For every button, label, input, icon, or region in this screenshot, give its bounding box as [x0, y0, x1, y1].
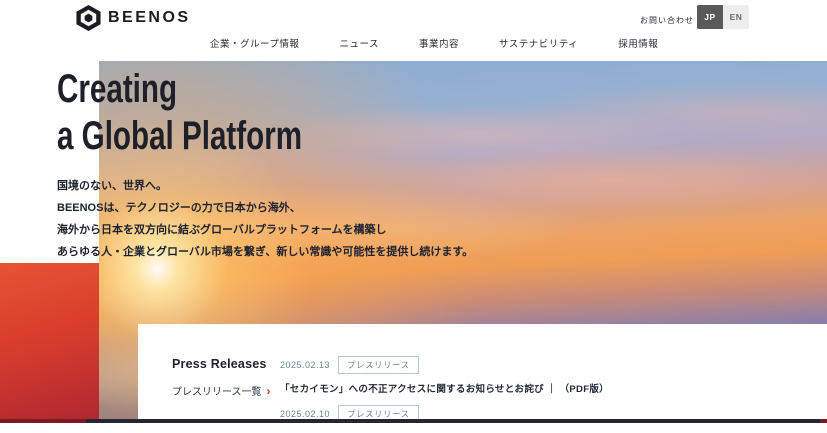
hero-body-line: 国境のない、世界へ。: [57, 180, 167, 192]
next-section-edge: [0, 419, 827, 423]
contact-link[interactable]: お問い合わせ: [640, 15, 694, 26]
nav-item-news[interactable]: ニュース: [339, 36, 379, 50]
site-header: BEENOS 企業・グループ情報 ニュース 事業内容 サステナビリティ 採用情報…: [0, 0, 827, 61]
press-releases-heading: Press Releases: [172, 357, 267, 371]
red-accent-block: [0, 263, 99, 419]
press-release-badge: プレスリリース: [338, 356, 419, 374]
lang-jp-button[interactable]: JP: [697, 5, 723, 29]
main-nav: 企業・グループ情報 ニュース 事業内容 サステナビリティ 採用情報: [210, 36, 658, 50]
beenos-hexagon-icon: [76, 4, 101, 32]
hero-body-line: 海外から日本を双方向に結ぶグローバルプラットフォームを構築し: [57, 224, 387, 236]
press-release-title[interactable]: 「セカイモン」への不正アクセスに関するお知らせとお詫び ｜ （PDF版）: [280, 381, 609, 395]
nav-item-sustainability[interactable]: サステナビリティ: [499, 36, 578, 50]
lang-en-button[interactable]: EN: [723, 5, 749, 29]
press-release-list-link-label: プレスリリース一覧: [172, 387, 262, 398]
nav-item-recruit[interactable]: 採用情報: [618, 36, 658, 50]
hero-title-line2: a Global Platform: [57, 114, 303, 158]
nav-item-corporate[interactable]: 企業・グループ情報: [210, 36, 299, 50]
hero-body-text: 国境のない、世界へ。 BEENOSは、テクノロジーの力で日本から海外、 海外から…: [57, 175, 473, 263]
press-release-date: 2025.02.13: [280, 360, 331, 370]
press-release-meta: 2025.02.13 プレスリリース: [280, 356, 609, 374]
press-release-date: 2025.02.10: [280, 409, 331, 419]
hero-body-line: あらゆる人・企業とグローバル市場を繋ぎ、新しい常識や可能性を提供し続けます。: [57, 246, 474, 258]
nav-item-business[interactable]: 事業内容: [419, 36, 459, 50]
hero-body-line: BEENOSは、テクノロジーの力で日本から海外、: [57, 202, 301, 214]
logo-text: BEENOS: [108, 9, 191, 26]
press-releases-card: Press Releases プレスリリース一覧 › 2025.02.13 プレ…: [138, 324, 827, 423]
hero-copy: Creating a Global Platform 国境のない、世界へ。 BE…: [57, 66, 473, 263]
language-switch: JP EN: [697, 5, 749, 29]
press-releases-header: Press Releases プレスリリース一覧 ›: [172, 357, 271, 398]
logo[interactable]: BEENOS: [75, 4, 191, 32]
hero-title: Creating a Global Platform: [57, 66, 365, 160]
chevron-right-icon: ›: [266, 383, 271, 398]
press-release-list-link[interactable]: プレスリリース一覧 ›: [172, 383, 271, 399]
press-release-item[interactable]: 2025.02.13 プレスリリース 「セカイモン」への不正アクセスに関するお知…: [280, 356, 609, 395]
hero-title-line1: Creating: [57, 67, 178, 111]
